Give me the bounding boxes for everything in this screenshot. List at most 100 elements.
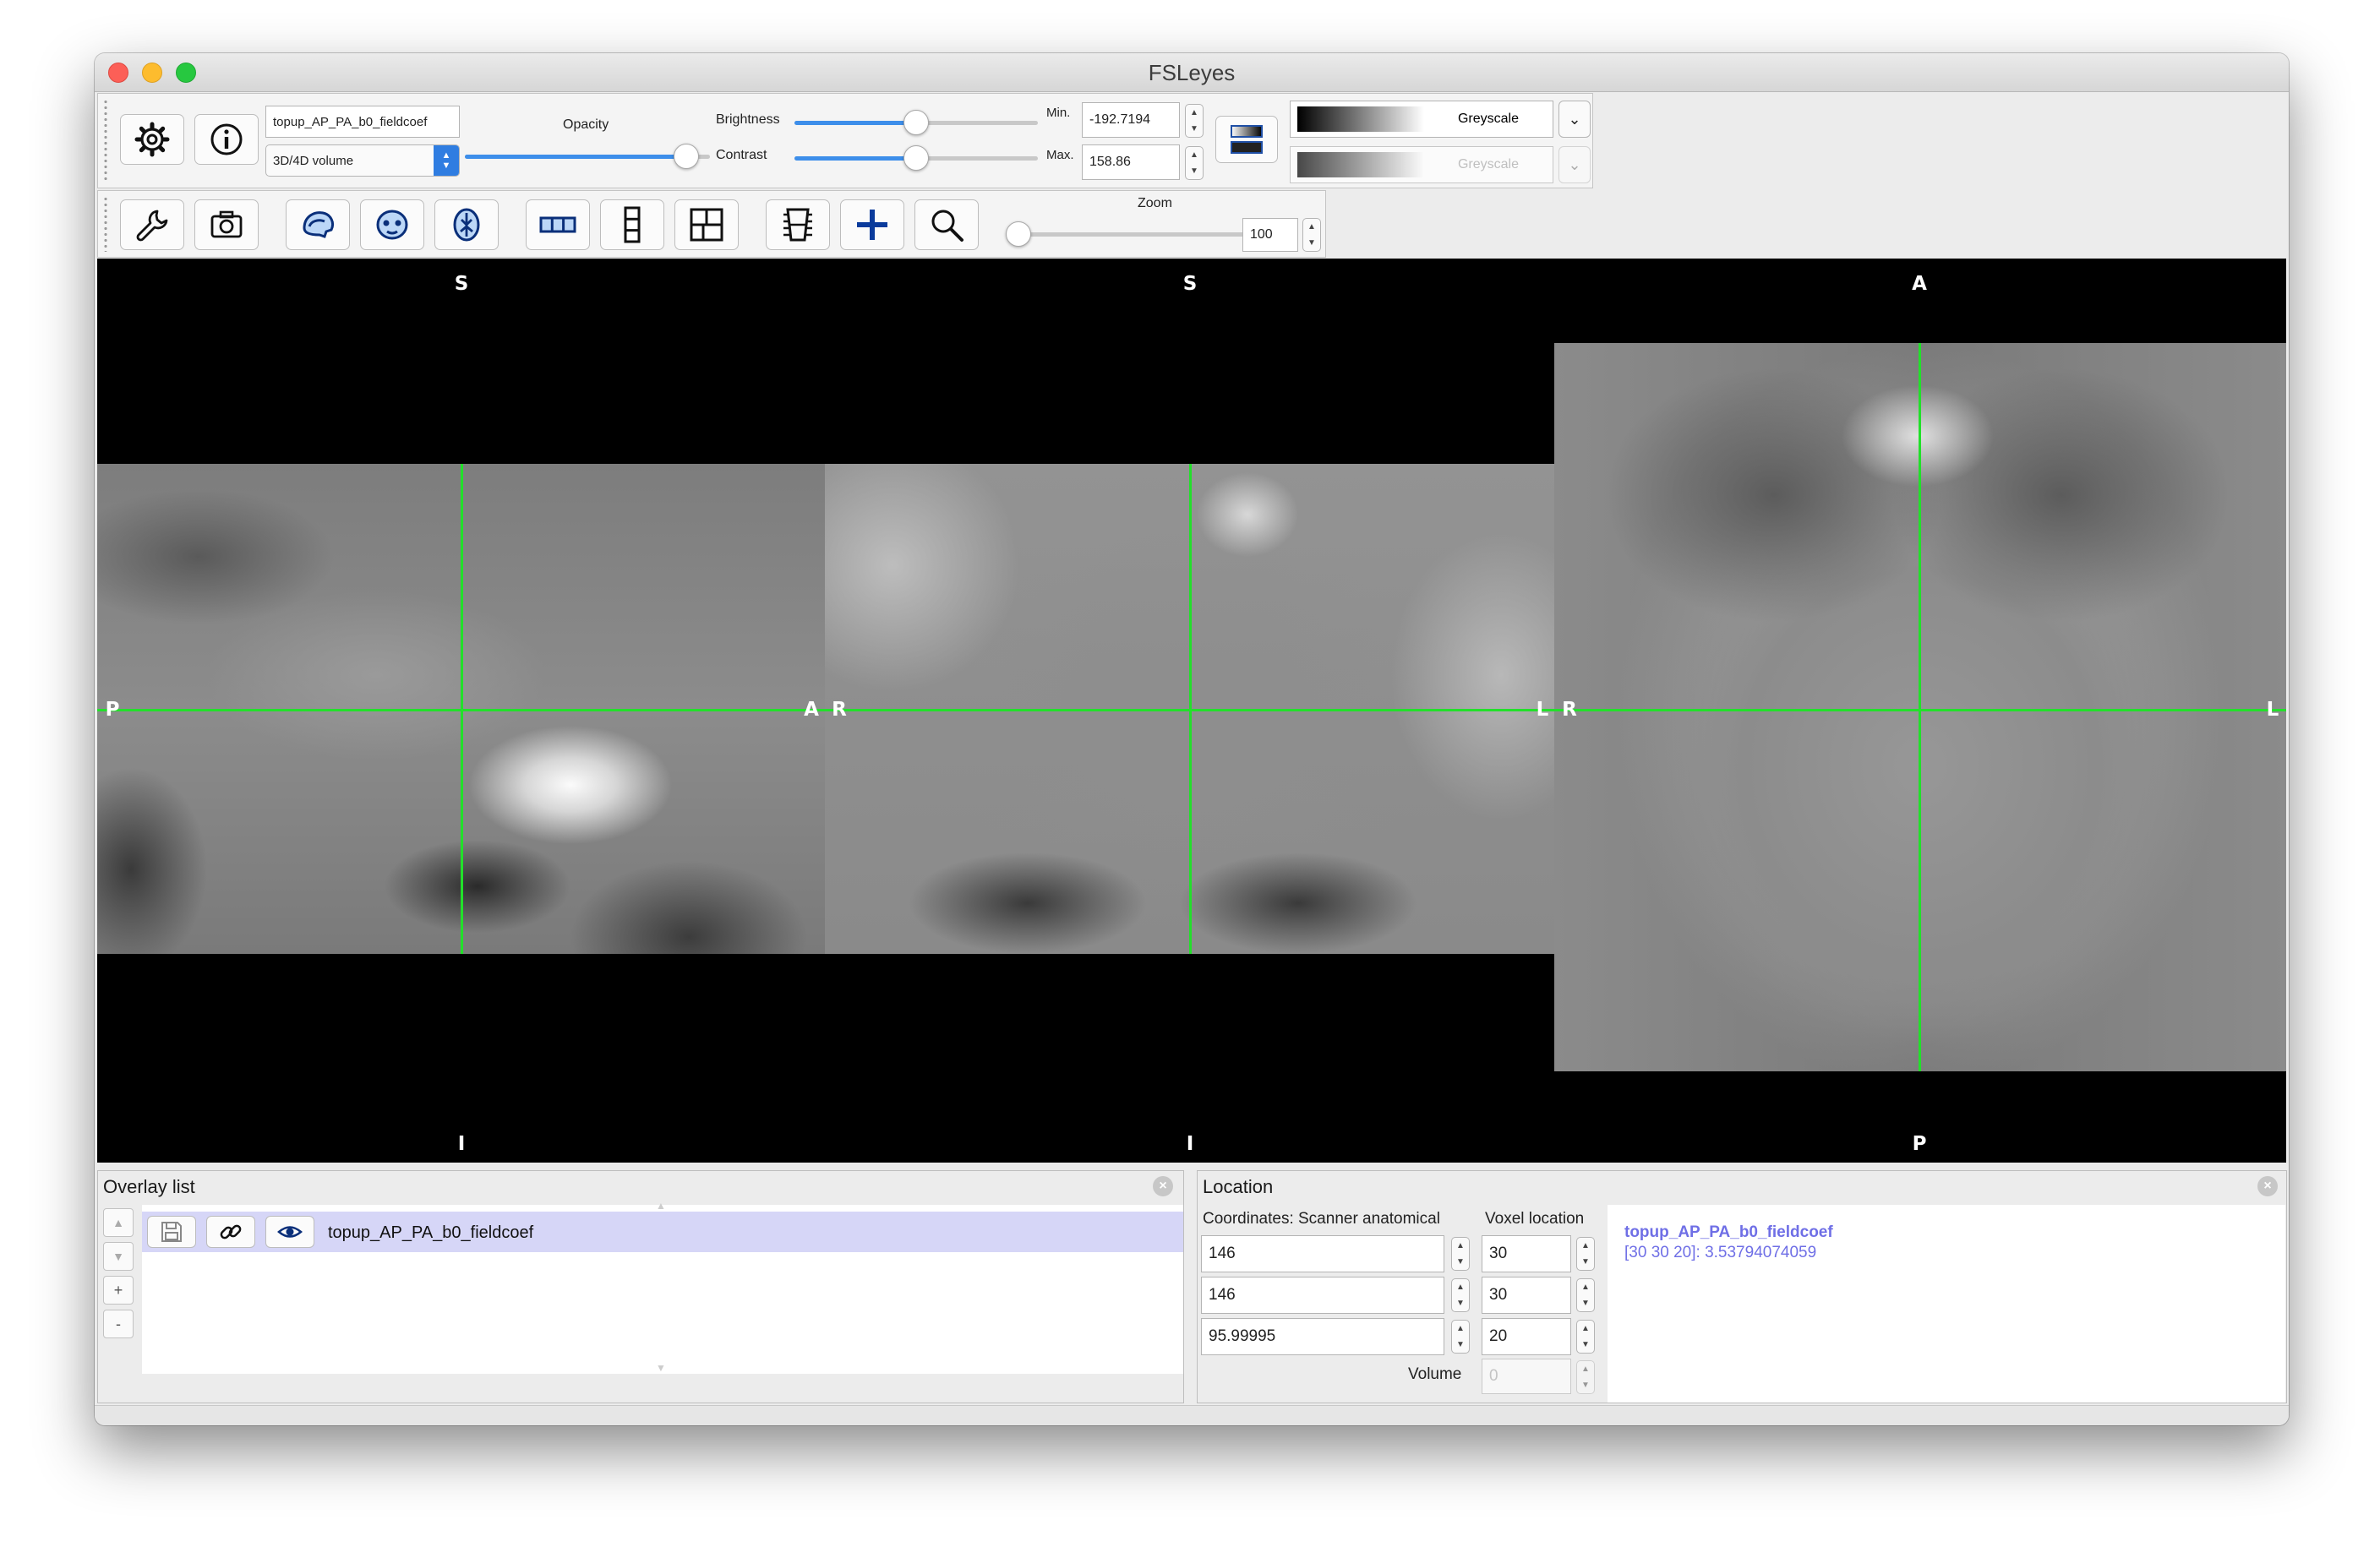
overlay-name-value: topup_AP_PA_b0_fieldcoef bbox=[273, 114, 428, 129]
colormap-preview bbox=[1297, 106, 1424, 132]
opacity-slider[interactable] bbox=[465, 144, 710, 169]
coordinate-x-stepper[interactable]: ▲ ▼ bbox=[1451, 1237, 1470, 1271]
save-overlay-button[interactable] bbox=[147, 1216, 196, 1248]
coronal-right-label: L bbox=[1536, 699, 1549, 721]
zoom-label: Zoom bbox=[1138, 196, 1172, 210]
move-overlay-down-button[interactable]: ▼ bbox=[103, 1242, 134, 1271]
add-overlay-button[interactable]: + bbox=[103, 1276, 134, 1305]
colormap-select[interactable]: Greyscale bbox=[1290, 101, 1553, 138]
link-overlay-button[interactable] bbox=[206, 1216, 255, 1248]
title-bar: FSLeyes bbox=[95, 53, 2289, 92]
max-value-input[interactable]: 158.86 bbox=[1082, 144, 1180, 180]
voxel-x-input[interactable]: 30 bbox=[1482, 1235, 1571, 1272]
zoom-slider[interactable] bbox=[1006, 221, 1247, 247]
min-value-input[interactable]: -192.7194 bbox=[1082, 102, 1180, 138]
chevron-down-icon: ⌄ bbox=[1568, 155, 1581, 173]
location-panel: Location × Coordinates: Scanner anatomic… bbox=[1197, 1170, 2287, 1403]
vertical-layout-icon bbox=[624, 206, 641, 243]
location-title: Location bbox=[1203, 1176, 1274, 1197]
grid-layout-icon bbox=[690, 208, 723, 242]
move-overlay-up-button[interactable]: ▲ bbox=[103, 1208, 134, 1237]
toolbar-grip[interactable] bbox=[103, 196, 108, 252]
movie-mode-button[interactable] bbox=[766, 199, 830, 250]
toolbar-grip[interactable] bbox=[103, 99, 108, 182]
contrast-slider[interactable] bbox=[794, 145, 1038, 171]
display-settings-button[interactable] bbox=[120, 114, 184, 165]
max-label: Max. bbox=[1046, 148, 1074, 162]
volume-stepper[interactable]: ▲ ▼ bbox=[1576, 1360, 1595, 1394]
coordinate-z-input[interactable]: 95.99995 bbox=[1201, 1318, 1444, 1355]
location-info-area: topup_AP_PA_b0_fieldcoef [30 30 20]: 3.5… bbox=[1608, 1205, 2285, 1403]
zoom-value: 100 bbox=[1250, 227, 1273, 242]
voxel-x-stepper[interactable]: ▲ ▼ bbox=[1576, 1237, 1595, 1271]
zoom-slider-knob[interactable] bbox=[1006, 221, 1031, 247]
colormap-dropdown-button[interactable]: ⌄ bbox=[1558, 101, 1591, 138]
toggle-sagittal-button[interactable] bbox=[286, 199, 350, 250]
overlay-type-select[interactable]: 3D/4D volume ▲ ▼ bbox=[265, 144, 460, 177]
toggle-visibility-button[interactable] bbox=[265, 1216, 314, 1248]
overlay-type-value: 3D/4D volume bbox=[273, 153, 354, 168]
invert-range-button[interactable] bbox=[1215, 116, 1278, 163]
ortho-view-canvas[interactable]: S I P A S I R L A P R L bbox=[97, 259, 2286, 1163]
remove-overlay-button[interactable]: - bbox=[103, 1310, 134, 1338]
max-value-stepper[interactable]: ▲ ▼ bbox=[1185, 146, 1204, 180]
voxel-z-input[interactable]: 20 bbox=[1482, 1318, 1571, 1355]
axial-right-label: L bbox=[2266, 699, 2279, 721]
brightness-slider-knob[interactable] bbox=[903, 110, 929, 135]
brightness-slider[interactable] bbox=[794, 110, 1038, 135]
zoom-mode-button[interactable] bbox=[914, 199, 979, 250]
view-settings-button[interactable] bbox=[120, 199, 184, 250]
overlay-list-title: Overlay list bbox=[103, 1176, 195, 1197]
info-voxel-value: [30 30 20]: 3.53794074059 bbox=[1624, 1244, 1817, 1261]
toggle-coronal-button[interactable] bbox=[360, 199, 424, 250]
opacity-slider-knob[interactable] bbox=[674, 144, 699, 169]
negative-colormap-select[interactable]: Greyscale bbox=[1290, 146, 1553, 183]
contrast-label: Contrast bbox=[716, 148, 767, 162]
screenshot-button[interactable] bbox=[194, 199, 259, 250]
info-overlay-name: topup_AP_PA_b0_fieldcoef bbox=[1624, 1223, 1833, 1241]
min-value-stepper[interactable]: ▲ ▼ bbox=[1185, 104, 1204, 138]
close-panel-button[interactable]: × bbox=[2257, 1176, 2278, 1196]
sagittal-bottom-label: I bbox=[457, 1133, 466, 1155]
voxel-y-stepper[interactable]: ▲ ▼ bbox=[1576, 1278, 1595, 1312]
overlay-info-button[interactable] bbox=[194, 114, 259, 165]
status-bar bbox=[95, 1405, 2289, 1425]
coordinate-y-input[interactable]: 146 bbox=[1201, 1277, 1444, 1314]
layout-vertical-button[interactable] bbox=[600, 199, 664, 250]
layout-horizontal-button[interactable] bbox=[526, 199, 590, 250]
brightness-slider-fill bbox=[794, 121, 916, 125]
overlay-list-scroll-down-icon[interactable]: ▼ bbox=[656, 1362, 666, 1374]
select-arrows-icon: ▲ ▼ bbox=[434, 145, 459, 176]
coordinate-y-stepper[interactable]: ▲ ▼ bbox=[1451, 1278, 1470, 1312]
sagittal-right-label: A bbox=[804, 699, 819, 721]
voxel-y-input[interactable]: 30 bbox=[1482, 1277, 1571, 1314]
voxel-z-stepper[interactable]: ▲ ▼ bbox=[1576, 1320, 1595, 1354]
window-title: FSLeyes bbox=[1148, 60, 1236, 85]
zoom-value-input[interactable]: 100 bbox=[1242, 218, 1298, 252]
close-panel-button[interactable]: × bbox=[1153, 1176, 1173, 1196]
volume-input[interactable]: 0 bbox=[1482, 1359, 1571, 1394]
coronal-left-label: R bbox=[832, 699, 847, 721]
volume-label: Volume bbox=[1408, 1365, 1462, 1383]
overlay-list-scroll-up-icon[interactable]: ▲ bbox=[656, 1200, 666, 1212]
coronal-top-label: S bbox=[1182, 273, 1198, 295]
wrench-icon bbox=[136, 210, 168, 242]
negative-colormap-dropdown-button[interactable]: ⌄ bbox=[1558, 146, 1591, 183]
info-icon bbox=[210, 123, 243, 155]
toggle-cursor-button[interactable] bbox=[840, 199, 904, 250]
coordinate-z-stepper[interactable]: ▲ ▼ bbox=[1451, 1320, 1470, 1354]
overlay-name-input[interactable]: topup_AP_PA_b0_fieldcoef bbox=[265, 106, 460, 138]
contrast-slider-knob[interactable] bbox=[903, 145, 929, 171]
coordinate-x-input[interactable]: 146 bbox=[1201, 1235, 1444, 1272]
coronal-bottom-label: I bbox=[1186, 1133, 1194, 1155]
axial-icon bbox=[453, 208, 480, 242]
toggle-axial-button[interactable] bbox=[434, 199, 499, 250]
axial-cursor-vertical bbox=[1919, 343, 1921, 1071]
zoom-stepper[interactable]: ▲ ▼ bbox=[1302, 218, 1321, 252]
list-item[interactable]: topup_AP_PA_b0_fieldcoef bbox=[142, 1212, 1183, 1252]
save-icon bbox=[161, 1222, 182, 1242]
layout-grid-button[interactable] bbox=[674, 199, 739, 250]
overlay-display-toolbar: topup_AP_PA_b0_fieldcoef 3D/4D volume ▲ ▼… bbox=[97, 93, 1593, 188]
opacity-label: Opacity bbox=[563, 117, 609, 132]
crosshair-icon bbox=[857, 210, 887, 240]
